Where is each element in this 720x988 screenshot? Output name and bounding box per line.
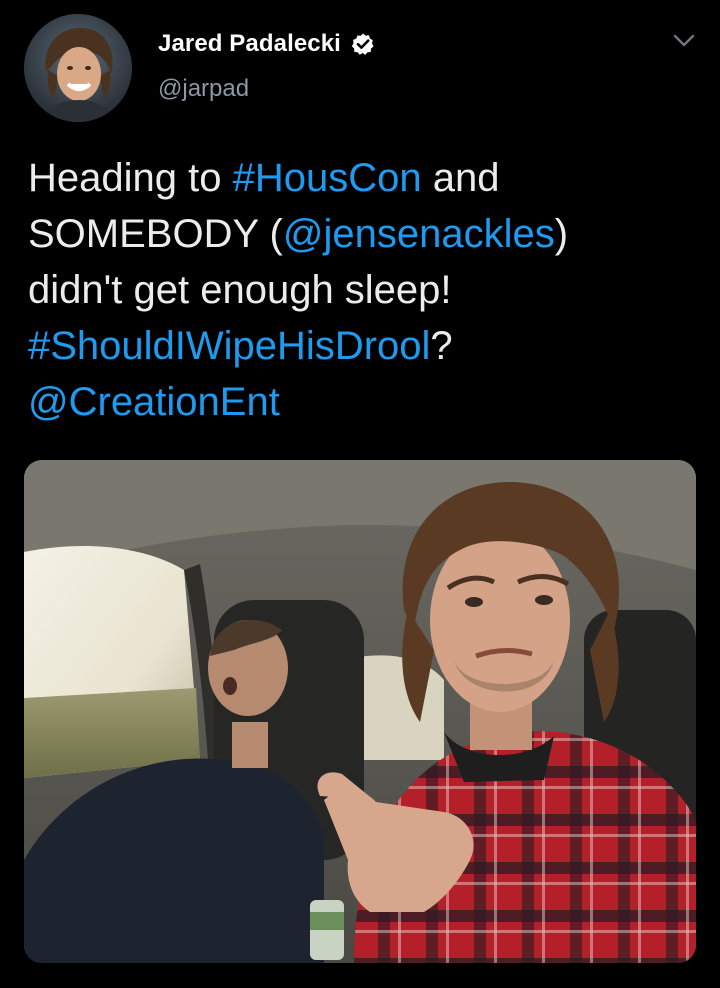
- text-segment: SOMEBODY (: [28, 212, 283, 256]
- chevron-down-icon[interactable]: [670, 30, 698, 52]
- text-segment: Heading to: [28, 156, 233, 200]
- avatar[interactable]: [24, 14, 132, 122]
- verified-badge-icon: [351, 32, 375, 56]
- hashtag-link[interactable]: #ShouldIWipeHisDrool: [28, 324, 430, 368]
- tweet-line: #ShouldIWipeHisDrool?: [28, 318, 698, 374]
- text-segment: ?: [430, 324, 453, 368]
- tweet-line: didn't get enough sleep!: [28, 262, 698, 318]
- car-selfie-image: [24, 460, 696, 963]
- tweet-line: @CreationEnt: [28, 374, 698, 430]
- tweet: Jared Padalecki @jarpad Heading to #Hous…: [0, 0, 720, 988]
- tweet-text: Heading to #HousCon and SOMEBODY (@jense…: [28, 150, 698, 430]
- mention-link[interactable]: @jensenackles: [283, 212, 555, 256]
- avatar-image: [24, 14, 132, 122]
- tweet-photo[interactable]: [24, 460, 696, 963]
- display-name[interactable]: Jared Padalecki: [158, 30, 341, 58]
- tweet-line: SOMEBODY (@jensenackles): [28, 206, 698, 262]
- text-segment: ): [554, 212, 569, 256]
- text-segment: and: [421, 156, 500, 200]
- hashtag-link[interactable]: #HousCon: [233, 156, 422, 200]
- author-handle[interactable]: @jarpad: [158, 75, 249, 103]
- mention-link[interactable]: @CreationEnt: [28, 380, 280, 424]
- author-name-row[interactable]: Jared Padalecki: [158, 27, 375, 61]
- tweet-line: Heading to #HousCon and: [28, 150, 698, 206]
- text-segment: didn't get enough sleep!: [28, 268, 452, 312]
